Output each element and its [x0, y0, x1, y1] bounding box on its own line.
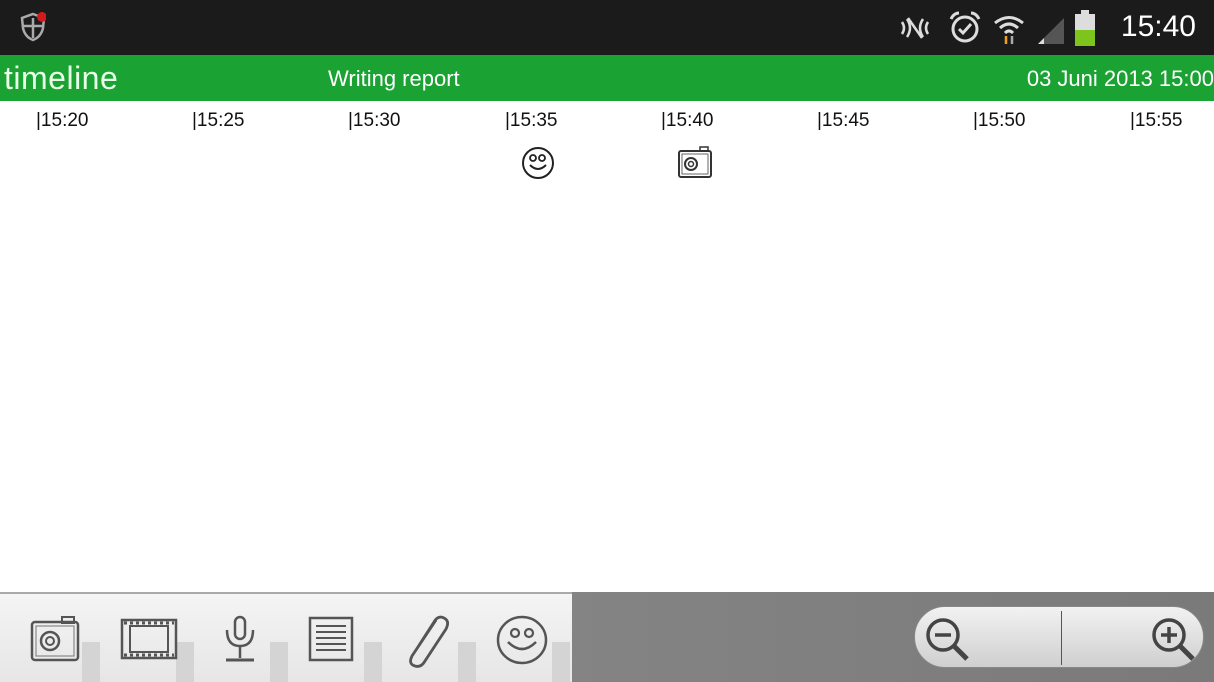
zoom-in-icon: [1152, 618, 1195, 661]
button-shade: [270, 642, 288, 682]
shield-icon: [20, 12, 46, 42]
time-tick: |15:20: [36, 110, 89, 131]
time-tick: |15:40: [661, 110, 714, 131]
button-shade: [552, 642, 570, 682]
timeline-date[interactable]: 03 Juni 2013 15:00: [1027, 66, 1214, 92]
time-tick: |15:55: [1130, 110, 1183, 131]
zoom-out-icon: [926, 618, 969, 661]
add-mood-button[interactable]: [478, 604, 570, 682]
no-signal-icon: [900, 17, 930, 39]
zoom-out-button[interactable]: [915, 607, 1060, 669]
app-logo: timeline: [4, 60, 119, 96]
status-bar: 15:40: [0, 0, 1214, 55]
time-tick: |15:45: [817, 110, 870, 131]
button-shade: [364, 642, 382, 682]
notes-icon: [308, 616, 354, 662]
camera-icon[interactable]: [676, 145, 714, 181]
wifi-icon: [994, 16, 1024, 44]
battery-icon: [1075, 10, 1095, 46]
add-audio-button[interactable]: [196, 604, 288, 682]
time-tick: |15:50: [973, 110, 1026, 131]
zoom-in-button[interactable]: [1061, 607, 1206, 669]
page-title: Writing report: [328, 66, 460, 91]
add-text-button[interactable]: [290, 604, 382, 682]
app-bar: timeline Writing report 03 Juni 2013 15:…: [0, 55, 1214, 101]
film-icon: [120, 618, 178, 660]
time-tick: |15:35: [505, 110, 558, 131]
button-shade: [458, 642, 476, 682]
add-attachment-button[interactable]: [384, 604, 476, 682]
zoom-control: [914, 606, 1204, 668]
add-photo-button[interactable]: [8, 604, 100, 682]
cell-signal-icon: [1038, 18, 1064, 44]
smiley-icon[interactable]: [520, 145, 556, 181]
status-clock: 15:40: [1120, 10, 1196, 43]
camera-icon: [30, 616, 80, 662]
add-video-button[interactable]: [102, 604, 194, 682]
microphone-icon: [225, 615, 255, 662]
alarm-clock-icon: [949, 11, 981, 43]
smiley-icon: [496, 615, 548, 665]
time-tick: |15:30: [348, 110, 401, 131]
time-tick: |15:25: [192, 110, 245, 131]
button-shade: [82, 642, 100, 682]
add-entry-tools: [0, 592, 572, 682]
timeline-area[interactable]: |15:20 |15:25 |15:30 |15:35 |15:40 |15:4…: [0, 101, 1214, 592]
paperclip-icon: [409, 615, 449, 668]
